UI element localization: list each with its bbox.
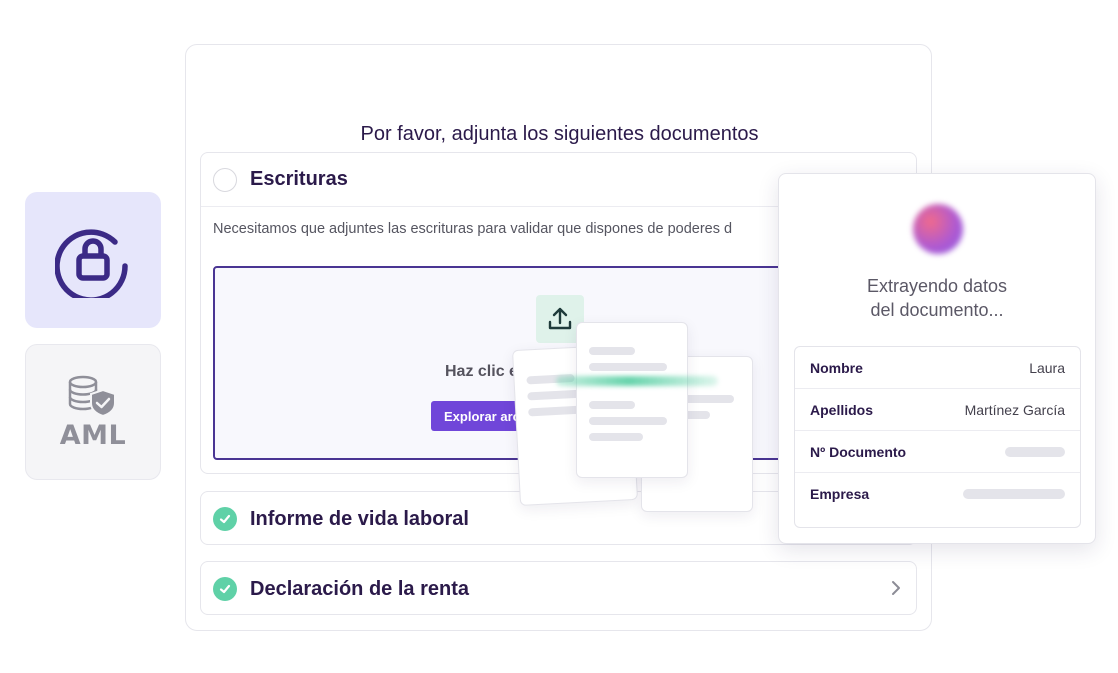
extraction-card: Extrayendo datos del documento... Nombre… [778,173,1096,544]
loading-placeholder [1005,446,1065,457]
security-lock-tile [25,192,161,328]
field-empresa: Empresa [795,473,1080,515]
scan-line [556,376,718,386]
section-declaracion-renta[interactable]: Declaración de la renta [200,561,917,615]
lock-icon [55,229,128,298]
section-title: Declaración de la renta [250,577,469,600]
field-label: Empresa [810,486,870,502]
field-label: Nº Documento [810,443,907,460]
ai-orb-icon [913,204,963,254]
check-icon [213,507,237,531]
document-illustration [576,322,688,478]
field-label: Apellidos [810,401,874,418]
dropzone-text: Haz clic e [445,363,518,380]
field-value: Laura [1029,359,1065,376]
check-icon [213,577,237,601]
field-documento: Nº Documento [795,431,1080,473]
loading-placeholder [963,489,1065,499]
extracted-fields: Nombre Laura Apellidos Martínez García N… [794,346,1081,528]
field-apellidos: Apellidos Martínez García [795,389,1080,431]
extraction-title: Extrayendo datos del documento... [866,276,1008,320]
aml-label: AML [59,419,127,451]
field-nombre: Nombre Laura [795,347,1080,389]
field-label: Nombre [810,359,863,376]
page-title: Por favor, adjunta los siguientes docume… [360,123,759,145]
chevron-right-icon[interactable] [890,579,902,597]
database-shield-icon [68,375,116,417]
aml-tile: AML [25,344,161,480]
upload-icon [548,307,572,330]
section-description: Necesitamos que adjuntes las escrituras … [213,221,733,237]
section-title: Informe de vida laboral [250,507,469,530]
field-value: Martínez García [964,401,1065,418]
section-title: Escrituras [250,168,348,190]
pending-status-icon [213,167,237,192]
